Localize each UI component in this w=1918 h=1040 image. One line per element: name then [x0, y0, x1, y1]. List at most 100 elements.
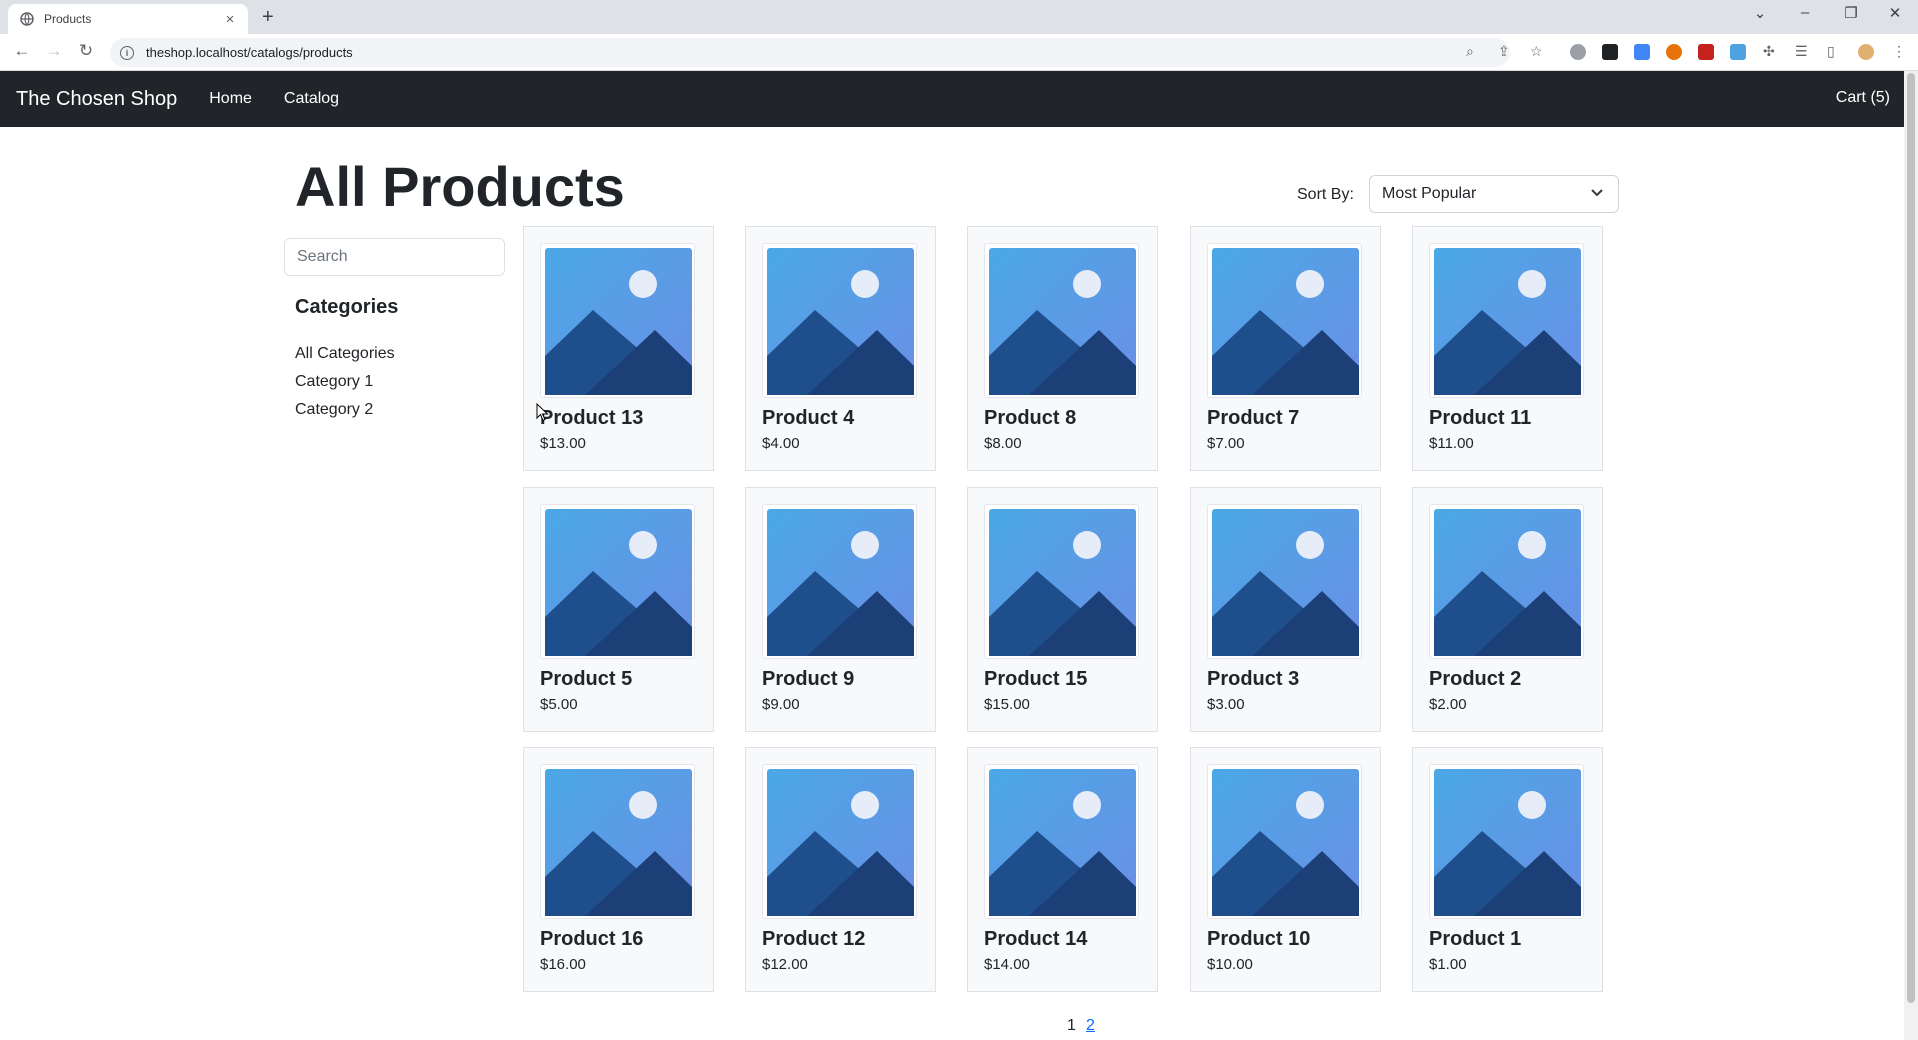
product-price: $9.00	[762, 696, 800, 713]
product-card[interactable]: Product 4 $4.00	[745, 226, 936, 471]
nav-home[interactable]: Home	[209, 90, 252, 108]
product-price: $3.00	[1207, 696, 1245, 713]
new-tab-button[interactable]: +	[262, 6, 274, 29]
product-name[interactable]: Product 13	[540, 407, 643, 430]
extension-icon[interactable]	[1730, 44, 1746, 60]
kebab-menu-icon[interactable]: ⋮	[1892, 43, 1906, 60]
bookmark-star-icon[interactable]: ☆	[1530, 43, 1543, 60]
extension-icon[interactable]	[1666, 44, 1682, 60]
browser-tabstrip: Products × + ⌄ – ❐ ✕	[0, 0, 1918, 34]
product-card[interactable]: Product 1 $1.00	[1412, 747, 1603, 992]
extension-icon[interactable]	[1570, 44, 1586, 60]
product-image[interactable]	[540, 504, 695, 659]
product-name[interactable]: Product 12	[762, 928, 865, 951]
product-image[interactable]	[1429, 504, 1584, 659]
product-name[interactable]: Product 10	[1207, 928, 1310, 951]
product-price: $13.00	[540, 435, 586, 452]
translate-icon[interactable]	[1634, 44, 1650, 60]
product-card[interactable]: Product 3 $3.00	[1190, 487, 1381, 732]
product-card[interactable]: Product 13 $13.00	[523, 226, 714, 471]
product-image[interactable]	[762, 504, 917, 659]
zoom-icon[interactable]: ⌕	[1466, 43, 1474, 60]
brand-link[interactable]: The Chosen Shop	[16, 88, 177, 111]
product-name[interactable]: Product 4	[762, 407, 854, 430]
cart-link[interactable]: Cart (5)	[1836, 89, 1890, 107]
product-name[interactable]: Product 15	[984, 668, 1087, 691]
reload-icon[interactable]: ↻	[74, 41, 98, 61]
side-panel-icon[interactable]: ▯	[1827, 43, 1835, 60]
extension-icon[interactable]	[1602, 44, 1618, 60]
product-image[interactable]	[984, 504, 1139, 659]
product-card[interactable]: Product 5 $5.00	[523, 487, 714, 732]
browser-toolbar: ← → ↻ i theshop.localhost/catalogs/produ…	[0, 34, 1918, 71]
page-2-link[interactable]: 2	[1086, 1017, 1095, 1035]
product-price: $15.00	[984, 696, 1030, 713]
product-card[interactable]: Product 2 $2.00	[1412, 487, 1603, 732]
share-icon[interactable]: ⇪	[1498, 43, 1510, 60]
page-scrollbar[interactable]	[1904, 71, 1918, 1040]
site-info-icon[interactable]: i	[120, 45, 134, 60]
product-card[interactable]: Product 9 $9.00	[745, 487, 936, 732]
close-window-icon[interactable]: ✕	[1880, 4, 1910, 22]
product-name[interactable]: Product 2	[1429, 668, 1521, 691]
avatar[interactable]	[1858, 44, 1874, 60]
browser-tab[interactable]: Products ×	[8, 4, 248, 34]
product-price: $8.00	[984, 435, 1022, 452]
close-tab-icon[interactable]: ×	[222, 11, 238, 28]
product-name[interactable]: Product 16	[540, 928, 643, 951]
minimize-icon[interactable]: –	[1790, 4, 1820, 21]
back-icon[interactable]: ←	[10, 41, 34, 61]
product-image[interactable]	[762, 243, 917, 398]
product-card[interactable]: Product 12 $12.00	[745, 747, 936, 992]
category-1-link[interactable]: Category 1	[295, 373, 373, 391]
search-input[interactable]	[284, 238, 505, 276]
web-page: The Chosen Shop Home Catalog Cart (5) Al…	[0, 71, 1904, 1040]
reading-list-icon[interactable]: ☰	[1795, 43, 1808, 60]
product-name[interactable]: Product 3	[1207, 668, 1299, 691]
scrollbar-thumb[interactable]	[1907, 73, 1915, 1003]
product-card[interactable]: Product 16 $16.00	[523, 747, 714, 992]
product-image[interactable]	[984, 243, 1139, 398]
product-image[interactable]	[1207, 243, 1362, 398]
product-card[interactable]: Product 10 $10.00	[1190, 747, 1381, 992]
product-name[interactable]: Product 1	[1429, 928, 1521, 951]
product-price: $5.00	[540, 696, 578, 713]
product-image[interactable]	[1429, 764, 1584, 919]
product-price: $4.00	[762, 435, 800, 452]
extension-icon[interactable]	[1698, 44, 1714, 60]
product-name[interactable]: Product 5	[540, 668, 632, 691]
product-image[interactable]	[540, 243, 695, 398]
product-name[interactable]: Product 7	[1207, 407, 1299, 430]
restore-icon[interactable]: ❐	[1836, 4, 1866, 22]
page-title: All Products	[295, 155, 625, 218]
product-card[interactable]: Product 8 $8.00	[967, 226, 1158, 471]
product-image[interactable]	[1207, 764, 1362, 919]
product-name[interactable]: Product 8	[984, 407, 1076, 430]
product-price: $7.00	[1207, 435, 1245, 452]
product-card[interactable]: Product 11 $11.00	[1412, 226, 1603, 471]
address-bar[interactable]: i theshop.localhost/catalogs/products	[110, 38, 1510, 67]
forward-icon[interactable]: →	[42, 41, 66, 61]
product-image[interactable]	[762, 764, 917, 919]
product-name[interactable]: Product 11	[1429, 407, 1531, 430]
product-image[interactable]	[540, 764, 695, 919]
category-2-link[interactable]: Category 2	[295, 401, 373, 419]
sort-select[interactable]: Most Popular	[1369, 175, 1619, 213]
url-text: theshop.localhost/catalogs/products	[146, 45, 353, 60]
product-card[interactable]: Product 14 $14.00	[967, 747, 1158, 992]
category-all-link[interactable]: All Categories	[295, 345, 395, 363]
tab-search-icon[interactable]: ⌄	[1745, 4, 1775, 22]
product-card[interactable]: Product 15 $15.00	[967, 487, 1158, 732]
product-name[interactable]: Product 14	[984, 928, 1087, 951]
product-image[interactable]	[1429, 243, 1584, 398]
product-name[interactable]: Product 9	[762, 668, 854, 691]
product-price: $12.00	[762, 956, 808, 973]
product-image[interactable]	[984, 764, 1139, 919]
product-card[interactable]: Product 7 $7.00	[1190, 226, 1381, 471]
nav-catalog[interactable]: Catalog	[284, 90, 339, 108]
globe-icon	[20, 12, 34, 26]
product-price: $11.00	[1429, 435, 1474, 452]
product-image[interactable]	[1207, 504, 1362, 659]
extensions-puzzle-icon[interactable]: ✣	[1763, 43, 1775, 60]
chevron-down-icon	[1590, 185, 1604, 204]
